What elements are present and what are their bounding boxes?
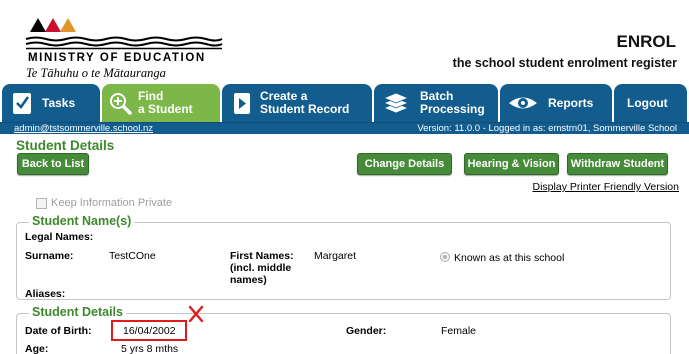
tab-create-record-label: Create a Student Record [260, 89, 350, 116]
app-tagline: the school student enrolment register [452, 56, 677, 70]
tab-logout[interactable]: Logout [614, 84, 687, 122]
surname-label: Surname: [25, 250, 74, 262]
ministry-name: MINISTRY OF EDUCATION [28, 52, 206, 64]
aliases-label: Aliases: [25, 288, 66, 300]
tab-find-student[interactable]: Find a Student [102, 84, 220, 122]
app-name: ENROL [616, 32, 677, 51]
tab-find-student-label: Find a Student [138, 89, 193, 116]
printer-friendly-link[interactable]: Display Printer Friendly Version [533, 181, 679, 193]
withdraw-student-button[interactable]: Withdraw Student [567, 153, 668, 175]
student-details-legend: Student Details [29, 305, 126, 319]
dob-label: Date of Birth: [25, 325, 92, 337]
dob-value: 16/04/2002 [123, 325, 176, 337]
play-document-icon [234, 93, 250, 114]
logo-triangle-black [30, 18, 46, 32]
logo-triangle-orange [60, 18, 76, 32]
user-email-link[interactable]: admin@tstsommerville.school.nz [14, 123, 153, 135]
ministry-logo-waves [25, 36, 223, 50]
tab-create-record[interactable]: Create a Student Record [222, 84, 372, 122]
status-bar: admin@tstsommerville.school.nz Version: … [0, 122, 689, 134]
checkmark-document-icon [13, 93, 31, 114]
keep-private-label: Keep Information Private [51, 197, 173, 209]
known-as-radio[interactable] [440, 252, 450, 262]
tab-tasks[interactable]: Tasks [2, 84, 100, 122]
magnifier-plus-icon [110, 93, 132, 115]
tab-reports-label: Reports [548, 95, 594, 110]
known-as-label: Known as at this school [454, 252, 565, 264]
logo-triangle-red [45, 18, 61, 32]
tab-batch-processing[interactable]: Batch Processing [374, 84, 498, 122]
tab-tasks-label: Tasks [42, 95, 76, 110]
eye-icon [509, 97, 537, 109]
hearing-vision-button[interactable]: Hearing & Vision [464, 153, 559, 175]
first-names-value: Margaret [314, 250, 357, 262]
ministry-maori-name: Te Tāhuhu o te Mātauranga [26, 66, 166, 80]
student-names-legend: Student Name(s) [29, 214, 135, 228]
stacked-documents-icon [382, 92, 410, 114]
back-to-list-button[interactable]: Back to List [17, 153, 89, 175]
tab-reports[interactable]: Reports [500, 84, 612, 122]
gender-label: Gender: [346, 325, 387, 337]
gender-value: Female [441, 325, 477, 337]
version-login-info: Version: 11.0.0 - Logged in as: emstrn01… [417, 123, 677, 134]
app-header: MINISTRY OF EDUCATION Te Tāhuhu o te Māt… [0, 0, 689, 84]
first-names-label: First Names: (incl. middle names) [230, 250, 294, 286]
change-details-button[interactable]: Change Details [357, 153, 452, 175]
main-nav: Tasks Find a Student Create a Student Re… [0, 84, 689, 122]
surname-value: TestCOne [109, 250, 156, 262]
page-title: Student Details [16, 138, 115, 153]
legal-names-label: Legal Names: [25, 231, 94, 243]
red-x-icon [188, 305, 204, 323]
tab-batch-processing-label: Batch Processing [420, 89, 485, 116]
keep-private-checkbox[interactable] [36, 197, 47, 209]
age-label: Age: [25, 343, 49, 354]
age-value: 5 yrs 8 mths [121, 343, 179, 354]
keep-private-row: Keep Information Private [36, 197, 172, 209]
tab-logout-label: Logout [627, 95, 668, 110]
